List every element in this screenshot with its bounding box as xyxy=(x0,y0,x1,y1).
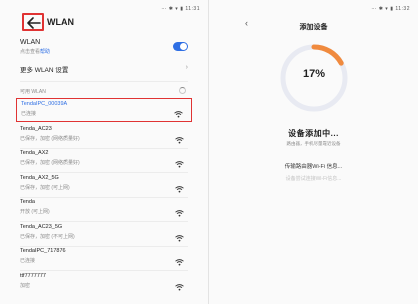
network-status: 已连接 xyxy=(21,111,37,117)
network-row[interactable]: ttf7777777 加密 xyxy=(20,273,188,295)
network-row[interactable]: TendaIPC_717876 已连接 xyxy=(20,248,188,270)
progress-percent: 17% xyxy=(302,68,326,80)
divider xyxy=(20,221,188,222)
back-icon[interactable] xyxy=(22,13,44,31)
network-name: Tenda_AX2_5G xyxy=(20,174,59,181)
status-icons: ⋯ ✱ ▾ ▮ 11:31 xyxy=(161,6,200,12)
wifi-signal-icon xyxy=(174,105,183,123)
network-row[interactable]: TendaIPC_00039A 已连接 xyxy=(16,98,192,122)
network-row[interactable]: Tenda_AX2_5G 已保存，加密 (可上网) xyxy=(20,175,188,197)
divider xyxy=(20,172,188,173)
help-prefix: 点击查看 xyxy=(20,49,41,55)
network-row[interactable]: Tenda 开放 (可上网) xyxy=(20,199,188,221)
add-device-screen: ⋯ ✱ ▾ ▮ 11:32 ‹ 添加设备 17% 设备添加中... 路由器，手机… xyxy=(209,0,418,304)
wifi-signal-icon xyxy=(175,180,184,198)
adding-status: 设备添加中... xyxy=(288,129,339,138)
network-status: 已连接 xyxy=(20,258,36,264)
network-name: Tenda_AC23 xyxy=(20,125,52,132)
network-status: 加密 xyxy=(20,282,31,289)
page-title: 添加设备 xyxy=(299,24,328,31)
step-active: 传输路由器Wi-Fi 信息... xyxy=(284,164,343,170)
network-row[interactable]: Tenda_AC23 已保存，加密 (网络质量好) xyxy=(20,126,188,148)
network-status: 已保存，加密 (网络质量好) xyxy=(20,160,80,166)
status-bar: ⋯ ✱ ▾ ▮ 11:32 xyxy=(371,6,410,12)
divider xyxy=(20,196,188,198)
network-status: 开放 (可上网) xyxy=(20,209,50,215)
wlan-help-text: 点击查看帮助 xyxy=(20,48,188,55)
more-wlan-label: 更多 WLAN 设置 xyxy=(20,67,69,74)
scanning-spinner-icon xyxy=(179,87,186,94)
divider xyxy=(20,245,188,247)
more-wlan-settings[interactable]: 更多 WLAN 设置 › xyxy=(20,64,188,76)
wifi-signal-icon xyxy=(175,131,184,149)
network-status: 已保存，加密 (可上网) xyxy=(20,184,70,191)
page-title: WLAN xyxy=(47,17,74,27)
wlan-toggle[interactable] xyxy=(173,42,188,51)
proximity-hint: 路由器，手机尽量靠近设备 xyxy=(286,141,341,146)
wifi-signal-icon xyxy=(175,204,184,222)
wifi-signal-icon xyxy=(175,253,184,271)
divider xyxy=(20,147,188,149)
wlan-toggle-row[interactable]: WLAN 点击查看帮助 xyxy=(20,39,188,59)
divider xyxy=(20,270,188,271)
network-status: 已保存，加密 (网络质量好) xyxy=(20,135,80,142)
network-row[interactable]: Tenda_AC23_5G 已保存，加密 (不可上网) xyxy=(20,224,188,246)
step-pending: 设备尝试连接Wi-Fi信息... xyxy=(285,176,342,182)
network-name: Tenda_AX2 xyxy=(20,150,49,156)
available-wlan-header: 可用 WLAN xyxy=(20,89,46,95)
wlan-settings-screen: ⋯ ✱ ▾ ▮ 11:31 WLAN WLAN 点击查看帮助 更多 WLAN 设… xyxy=(0,0,208,304)
network-name: Tenda_AC23_5G xyxy=(20,223,63,230)
help-link[interactable]: 帮助 xyxy=(40,49,50,55)
wifi-signal-icon xyxy=(175,155,184,173)
network-name: Tenda xyxy=(20,199,35,205)
wifi-signal-icon xyxy=(175,229,184,247)
network-status: 已保存，加密 (不可上网) xyxy=(20,233,75,240)
network-row[interactable]: Tenda_AX2 已保存，加密 (网络质量好) xyxy=(20,150,188,172)
network-name: ttf7777777 xyxy=(20,272,46,279)
network-name: TendaIPC_00039A xyxy=(21,101,68,107)
network-name: TendaIPC_717876 xyxy=(20,248,66,254)
divider xyxy=(20,81,188,82)
wifi-signal-icon xyxy=(175,278,184,296)
chevron-right-icon: › xyxy=(185,64,188,71)
wlan-label: WLAN xyxy=(20,39,41,46)
